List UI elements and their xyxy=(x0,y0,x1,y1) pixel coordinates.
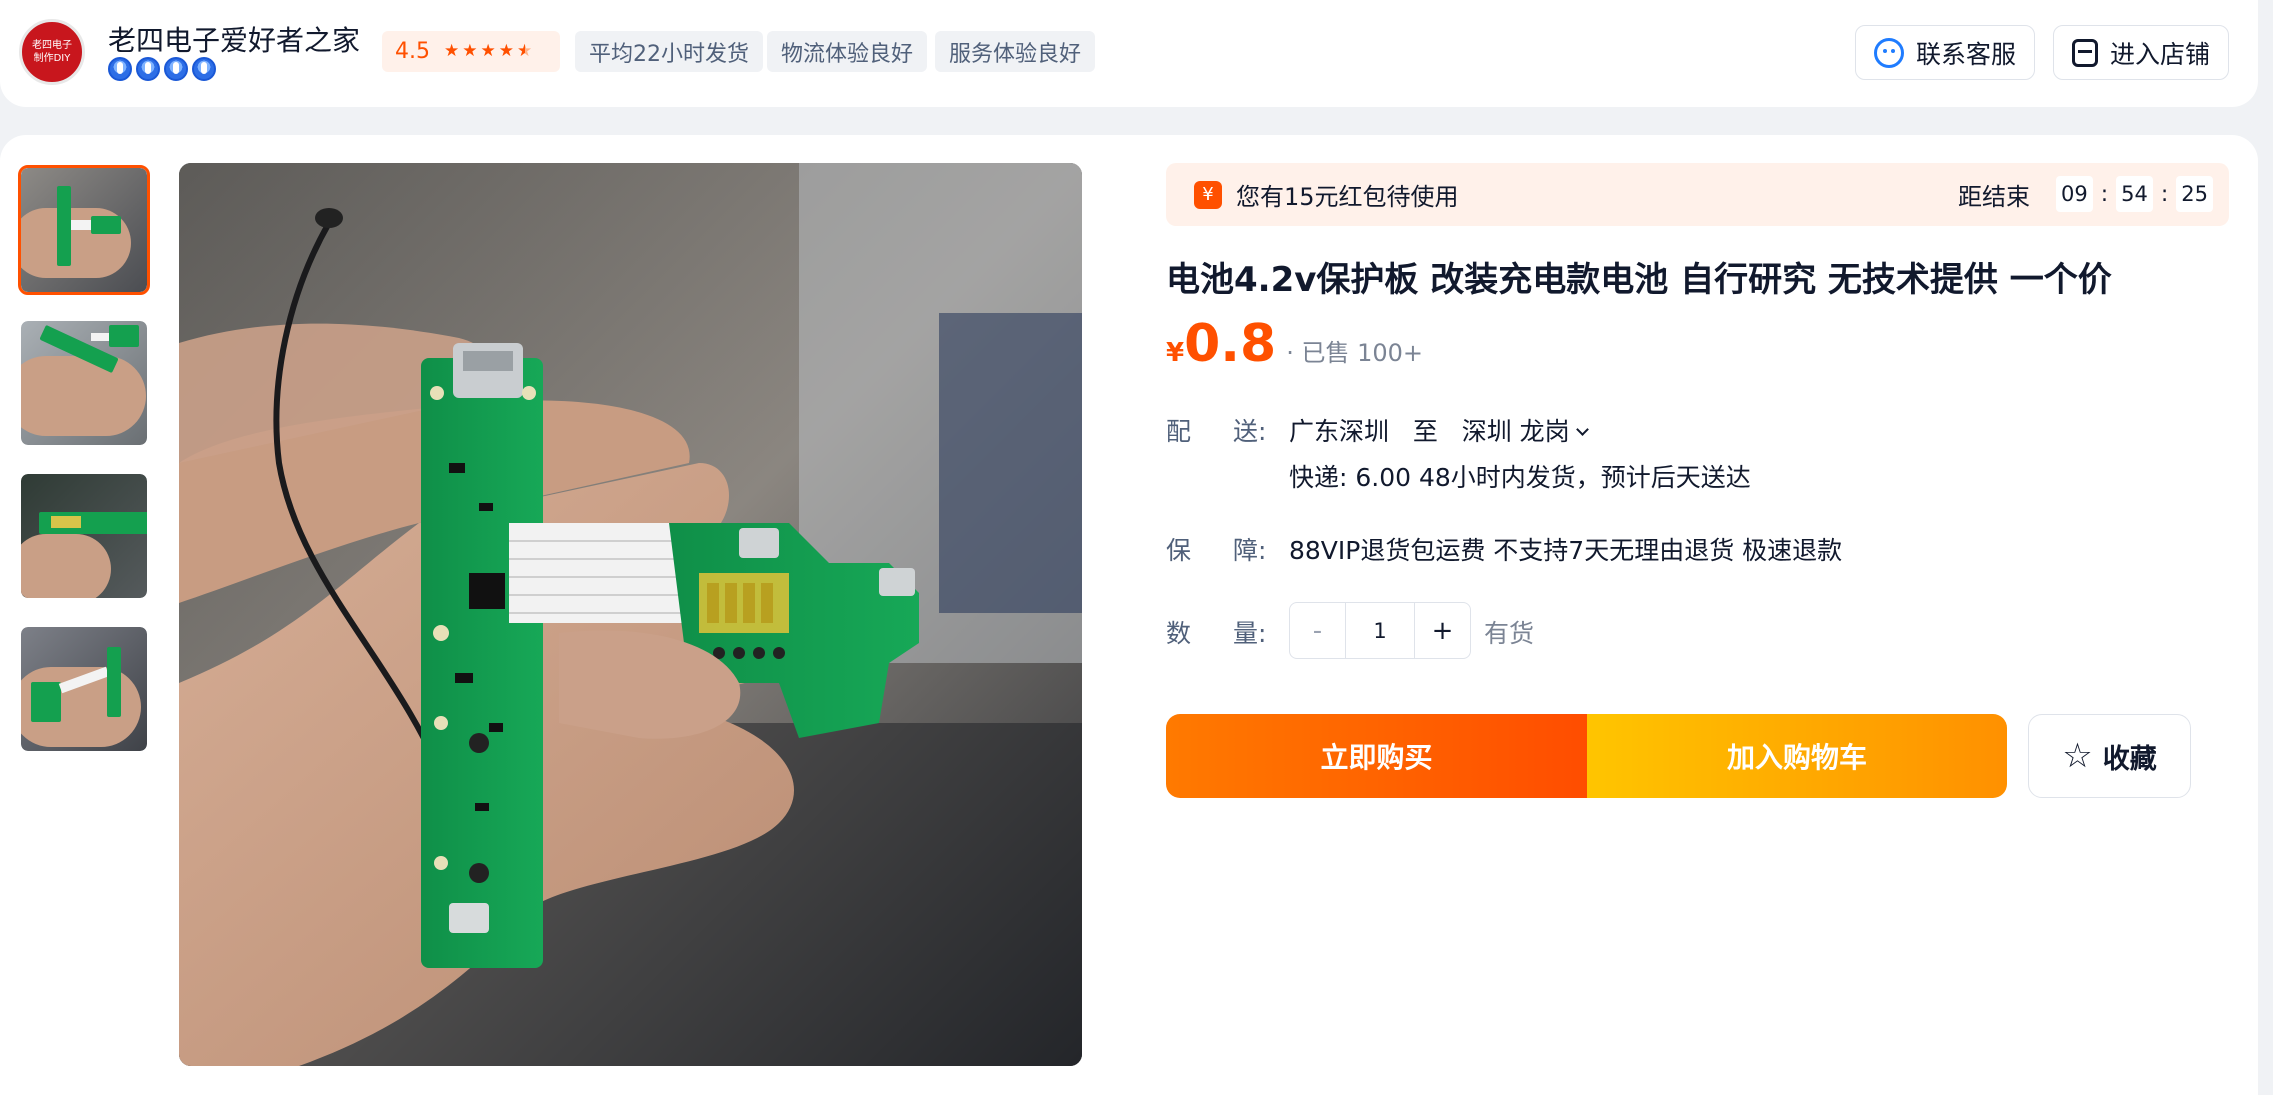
shipping-route: 广东深圳 至 深圳 龙岗 xyxy=(1289,412,1589,448)
half-star-icon: ★ xyxy=(517,41,533,61)
main-product-image[interactable] xyxy=(179,163,1082,1066)
diamond-level-icon xyxy=(136,57,160,81)
shipping-label-char: 配 xyxy=(1166,417,1192,446)
countdown-hours: 09 xyxy=(2055,176,2093,212)
stock-status: 有货 xyxy=(1484,619,1535,648)
shipping-label: 配 送: xyxy=(1166,412,1266,448)
ship-destination-selector[interactable]: 深圳 龙岗 xyxy=(1461,417,1589,446)
customer-service-icon xyxy=(1874,37,1904,68)
shipping-label-char: 送: xyxy=(1233,417,1267,446)
quantity-stepper: - 1 + xyxy=(1289,602,1471,659)
contact-service-label: 联系客服 xyxy=(1916,39,2017,69)
star-icon: ★ xyxy=(462,41,478,61)
shop-name[interactable]: 老四电子爱好者之家 xyxy=(108,19,360,59)
shipping-detail: 快递: 6.00 48小时内发货，预计后天送达 xyxy=(1289,463,1751,492)
countdown: 距结束 09 : 54 : 25 xyxy=(1958,176,2213,212)
diamond-level-icon xyxy=(108,57,132,81)
ship-to-word: 至 xyxy=(1412,417,1438,446)
star-icon: ★ xyxy=(480,41,496,61)
favorite-button[interactable]: ☆ 收藏 xyxy=(2028,714,2191,798)
pcb-photo-illustration xyxy=(179,163,1082,1066)
enter-store-button[interactable]: 进入店铺 xyxy=(2053,25,2230,80)
rating-value: 4.5 xyxy=(395,39,430,64)
quantity-label: 数 量: xyxy=(1166,614,1266,650)
coupon-bar[interactable]: ¥ 您有15元红包待使用 距结束 09 : 54 : 25 xyxy=(1166,163,2229,226)
product-title: 电池4.2v保护板 改装充电款电池 自行研究 无技术提供 一个价 xyxy=(1166,260,2112,300)
gallery-thumbnail[interactable] xyxy=(18,624,150,754)
price-value: 0.8 xyxy=(1184,314,1277,374)
shop-logo-text: 制作DIY xyxy=(33,53,71,64)
shop-tag: 平均22小时发货 xyxy=(575,31,763,72)
sold-count: · 已售 100+ xyxy=(1286,339,1424,367)
shop-header: 老四电子 制作DIY 老四电子爱好者之家 4.5 ★ ★ ★ ★ ★ 平均22小… xyxy=(0,0,2258,107)
chevron-down-icon xyxy=(1575,423,1589,436)
star-icon: ★ xyxy=(444,41,460,61)
buy-now-button[interactable]: 立即购买 xyxy=(1166,714,1587,798)
red-packet-icon: ¥ xyxy=(1194,180,1222,209)
gallery-thumbnail[interactable] xyxy=(18,471,150,601)
quantity-label-char: 数 xyxy=(1166,619,1192,648)
ship-from: 广东深圳 xyxy=(1289,417,1390,446)
shop-level xyxy=(108,57,216,81)
quantity-input[interactable]: 1 xyxy=(1345,603,1415,658)
guarantee-label: 保 障: xyxy=(1166,531,1266,567)
countdown-minutes: 54 xyxy=(2116,176,2153,212)
add-to-cart-button[interactable]: 加入购物车 xyxy=(1587,714,2007,798)
price-row: ¥ 0.8 · 已售 100+ xyxy=(1166,315,1423,373)
guarantee-text[interactable]: 88VIP退货包运费 不支持7天无理由退货 极速退款 xyxy=(1289,531,1842,567)
shop-rating: 4.5 ★ ★ ★ ★ ★ xyxy=(382,31,560,72)
rating-stars: ★ ★ ★ ★ ★ xyxy=(444,43,532,60)
diamond-level-icon xyxy=(192,57,216,81)
shop-logo-text: 老四电子 xyxy=(32,40,72,51)
guarantee-label-char: 保 xyxy=(1166,536,1192,565)
countdown-separator: : xyxy=(2160,181,2169,207)
countdown-label: 距结束 xyxy=(1957,182,2030,211)
star-icon: ★ xyxy=(498,41,514,61)
shop-logo[interactable]: 老四电子 制作DIY xyxy=(19,19,85,85)
countdown-separator: : xyxy=(2100,181,2109,207)
gallery-thumbnail[interactable] xyxy=(18,165,150,295)
gallery-thumbnail[interactable] xyxy=(18,318,150,448)
store-icon xyxy=(2072,38,2098,67)
quantity-decrease-button[interactable]: - xyxy=(1290,603,1345,658)
countdown-seconds: 25 xyxy=(2176,176,2213,212)
shop-tag: 服务体验良好 xyxy=(935,31,1096,72)
diamond-level-icon xyxy=(164,57,188,81)
price-currency: ¥ xyxy=(1166,338,1185,368)
guarantee-label-char: 障: xyxy=(1233,536,1267,565)
coupon-text: 您有15元红包待使用 xyxy=(1236,183,1459,211)
shop-tag: 物流体验良好 xyxy=(767,31,928,72)
enter-store-label: 进入店铺 xyxy=(2110,39,2211,69)
star-outline-icon: ☆ xyxy=(2062,736,2093,776)
contact-service-button[interactable]: 联系客服 xyxy=(1855,25,2036,80)
quantity-label-char: 量: xyxy=(1233,619,1267,648)
ship-destination: 深圳 龙岗 xyxy=(1461,417,1570,446)
quantity-increase-button[interactable]: + xyxy=(1415,603,1470,658)
favorite-label: 收藏 xyxy=(2102,743,2157,775)
